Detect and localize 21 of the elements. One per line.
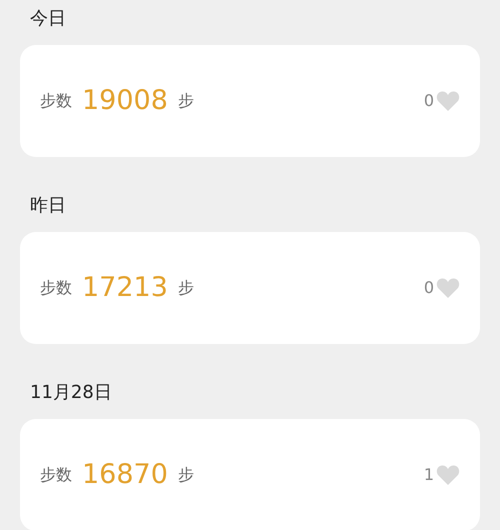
unit-label: 步 [178,464,194,486]
like-count: 0 [424,90,434,112]
section-heading: 昨日 [30,194,66,218]
like-count: 0 [424,277,434,299]
step-card[interactable]: 步数 16870 步 1 [20,419,480,530]
unit-label: 步 [178,277,194,299]
step-count: 17213 [82,270,168,305]
step-card[interactable]: 步数 19008 步 0 [20,45,480,157]
section-heading: 11月28日 [30,381,112,405]
step-count: 19008 [82,84,168,118]
step-card[interactable]: 步数 17213 步 0 [20,232,480,344]
steps-label: 步数 [40,464,72,486]
heart-icon[interactable] [436,90,460,112]
step-count: 16870 [82,458,168,492]
steps-label: 步数 [40,90,72,112]
unit-label: 步 [178,90,194,112]
section-heading: 今日 [30,7,66,31]
heart-icon[interactable] [436,277,460,299]
steps-label: 步数 [40,277,72,299]
heart-icon[interactable] [436,464,460,486]
like-count: 1 [424,464,434,486]
